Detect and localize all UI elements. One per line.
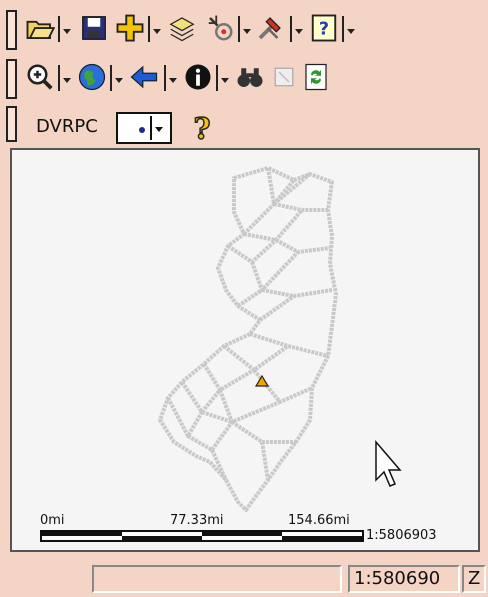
disabled-select-icon: [268, 61, 300, 93]
zoom-in-icon[interactable]: [24, 61, 56, 93]
toolbar-grip[interactable]: [6, 106, 17, 142]
scale-label-start: 0mi: [40, 513, 65, 528]
tools-icon[interactable]: [254, 12, 286, 44]
map-view[interactable]: 0mi 77.33mi 154.66mi 1:5806903: [10, 148, 480, 552]
back-dropdown[interactable]: [164, 61, 178, 93]
add-data-dropdown[interactable]: [148, 12, 162, 44]
status-scale-panel: 1:580690: [348, 565, 460, 593]
scale-ratio-label: 1:5806903: [366, 528, 437, 543]
main-toolbar: ?: [0, 4, 488, 52]
status-extra-panel: Z: [462, 565, 486, 593]
navigation-toolbar: [0, 53, 488, 101]
find-binoculars-icon[interactable]: [234, 61, 266, 93]
scale-bar: 0mi 77.33mi 154.66mi 1:5806903: [12, 150, 478, 550]
scale-label-mid: 77.33mi: [170, 513, 224, 528]
tools-dropdown[interactable]: [290, 12, 304, 44]
refresh-icon[interactable]: [300, 61, 332, 93]
info-icon[interactable]: [182, 61, 214, 93]
chevron-down-icon[interactable]: [150, 116, 168, 140]
toolbar-grip[interactable]: [6, 10, 17, 50]
toolbar-grip[interactable]: [6, 59, 17, 99]
add-data-icon[interactable]: [114, 12, 146, 44]
help-dropdown[interactable]: [342, 12, 356, 44]
svg-text:?: ?: [319, 19, 329, 39]
globe-dropdown[interactable]: [110, 61, 124, 93]
save-icon[interactable]: [78, 12, 110, 44]
identify-dropdown[interactable]: [238, 12, 252, 44]
point-symbol-icon: [139, 127, 145, 133]
help-icon[interactable]: ?: [308, 12, 340, 44]
zoom-dropdown[interactable]: [58, 61, 72, 93]
symbol-select[interactable]: [116, 112, 172, 144]
info-dropdown[interactable]: [216, 61, 230, 93]
svg-text:?: ?: [193, 112, 210, 146]
layer-name-label: DVRPC: [36, 116, 98, 137]
identify-location-icon[interactable]: [204, 12, 236, 44]
scale-label-end: 154.66mi: [288, 513, 350, 528]
open-folder-icon[interactable]: [24, 12, 56, 44]
back-arrow-icon[interactable]: [128, 61, 160, 93]
layer-toolbar: DVRPC ?: [0, 102, 488, 148]
status-bar: 1:580690 Z: [0, 561, 488, 597]
status-message-panel: [92, 565, 342, 593]
layers-icon[interactable]: [166, 12, 198, 44]
globe-icon[interactable]: [76, 61, 108, 93]
question-mark-icon[interactable]: ?: [188, 111, 216, 146]
open-dropdown[interactable]: [58, 12, 72, 44]
